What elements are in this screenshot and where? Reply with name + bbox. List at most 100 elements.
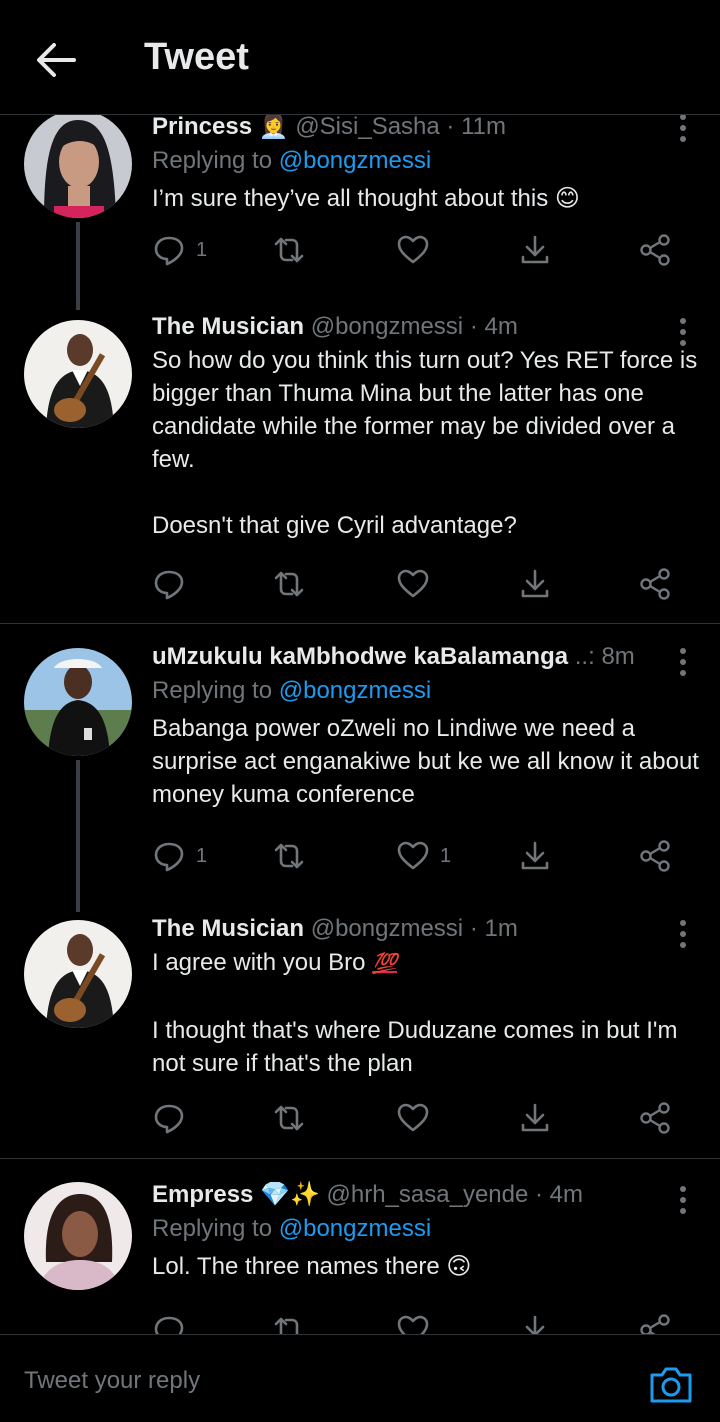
user-handle[interactable]: @Sisi_Sasha — [295, 114, 439, 140]
timestamp: · 1m — [469, 915, 518, 942]
text-emoji: 🙃 — [446, 1253, 472, 1280]
replying-to-link[interactable]: @bongzmessi — [279, 147, 431, 174]
tweet-text: Babanga power oZweli no Lindiwe we need … — [152, 715, 699, 808]
reply-input[interactable] — [24, 1367, 584, 1395]
social-share-button[interactable] — [638, 1098, 672, 1138]
replying-to-link[interactable]: @bongzmessi — [279, 677, 431, 704]
retweet-button[interactable] — [272, 230, 306, 270]
share-button[interactable] — [518, 1310, 552, 1334]
tweet-text-continued: I thought that's where Duduzane comes in… — [152, 1017, 678, 1077]
hundred-points-emoji: 💯 — [372, 953, 398, 975]
share-icon — [525, 1315, 545, 1334]
reply-icon — [154, 842, 184, 872]
heart-icon — [397, 235, 429, 264]
more-options-icon[interactable] — [680, 1186, 686, 1219]
retweet-button[interactable] — [272, 564, 306, 604]
tweet-header: Princess 👩‍💼 @Sisi_Sasha · 11m — [152, 114, 700, 144]
replying-label: Replying to — [152, 677, 273, 704]
avatar[interactable] — [24, 320, 132, 428]
retweet-icon — [274, 1317, 299, 1334]
more-options-icon[interactable] — [680, 318, 686, 351]
share-button[interactable] — [518, 836, 552, 876]
avatar[interactable] — [24, 648, 132, 756]
back-arrow-icon[interactable] — [32, 38, 80, 82]
reply-count: 1 — [196, 238, 208, 261]
share-nodes-icon — [640, 1102, 670, 1134]
more-options-icon[interactable] — [680, 648, 686, 681]
replying-to: Replying to @bongzmessi — [152, 144, 700, 178]
divider — [0, 1158, 720, 1159]
reply-button[interactable] — [152, 1098, 186, 1138]
retweet-icon — [274, 571, 304, 597]
display-name[interactable]: Empress — [152, 1181, 253, 1208]
tweet-header: The Musician @bongzmessi · 1m — [152, 912, 700, 946]
replying-label: Replying to — [152, 147, 273, 174]
timestamp: 8m — [601, 643, 635, 670]
share-icon — [521, 1103, 549, 1132]
share-button[interactable] — [518, 564, 552, 604]
tweet-text-line: I agree with you Bro — [152, 949, 366, 976]
camera-icon[interactable] — [648, 1363, 694, 1405]
display-name[interactable]: Princess — [152, 114, 252, 140]
name-emoji: 💎✨ — [260, 1181, 320, 1208]
user-handle[interactable]: @hrh_sasa_yende — [327, 1181, 529, 1208]
user-handle[interactable]: @bongzmessi — [311, 313, 463, 340]
reply-icon — [154, 1316, 184, 1334]
reply-icon — [154, 236, 184, 266]
tweet-text: I’m sure they’ve all thought about this … — [152, 182, 700, 215]
display-name[interactable]: The Musician — [152, 313, 304, 340]
like-button[interactable] — [396, 564, 430, 604]
tweet-text-body: I’m sure they’ve all thought about this — [152, 185, 549, 212]
more-options-icon[interactable] — [680, 114, 686, 147]
reply-button[interactable]: 1 — [152, 230, 207, 270]
reply-button[interactable] — [152, 1310, 186, 1334]
retweet-button[interactable] — [272, 1098, 306, 1138]
like-button[interactable] — [396, 1098, 430, 1138]
share-nodes-icon — [640, 568, 670, 600]
replying-to: Replying to @bongzmessi — [152, 674, 700, 708]
tweet-text-body: Lol. The three names there — [152, 1253, 440, 1280]
replying-to-link[interactable]: @bongzmessi — [279, 1215, 431, 1242]
share-nodes-icon — [640, 1314, 670, 1334]
share-nodes-icon — [640, 234, 670, 266]
reply-button[interactable] — [152, 564, 186, 604]
like-count: 1 — [440, 844, 452, 867]
share-button[interactable] — [518, 1098, 552, 1138]
text-emoji: 😊 — [554, 185, 580, 212]
social-share-button[interactable] — [638, 230, 672, 270]
tweet-text: So how do you think this turn out? Yes R… — [152, 347, 698, 539]
heart-icon — [397, 569, 429, 598]
display-name[interactable]: uMzukulu kaMbhodwe kaBalamanga — [152, 643, 568, 670]
thread-connector — [76, 760, 80, 912]
avatar[interactable] — [24, 114, 132, 218]
like-button[interactable] — [396, 1310, 430, 1334]
heart-icon — [397, 1315, 429, 1334]
social-share-button[interactable] — [638, 836, 672, 876]
tweet-actions — [152, 1310, 692, 1334]
avatar[interactable] — [24, 1182, 132, 1290]
like-button[interactable]: 1 — [396, 836, 451, 876]
name-emoji: 👩‍💼 — [258, 114, 289, 140]
reply-button[interactable]: 1 — [152, 836, 207, 876]
retweet-button[interactable] — [272, 836, 306, 876]
name-overflow: ..: — [574, 643, 595, 670]
tweet-actions: 1 — [152, 230, 692, 270]
tweet-text: I agree with you Bro 💯 — [152, 946, 700, 981]
tweet-header: The Musician @bongzmessi · 4m — [152, 310, 700, 344]
like-button[interactable] — [396, 230, 430, 270]
display-name[interactable]: The Musician — [152, 915, 304, 942]
share-button[interactable] — [518, 230, 552, 270]
social-share-button[interactable] — [638, 564, 672, 604]
user-handle[interactable]: @bongzmessi — [311, 915, 463, 942]
social-share-button[interactable] — [638, 1310, 672, 1334]
retweet-button[interactable] — [272, 1310, 306, 1334]
timestamp: · 11m — [446, 114, 506, 140]
replying-label: Replying to — [152, 1215, 273, 1242]
replying-to: Replying to @bongzmessi — [152, 1212, 700, 1246]
tweet-the-musician[interactable]: The Musician @bongzmessi · 4m So how do … — [0, 310, 720, 622]
tweet-princess[interactable]: Princess 👩‍💼 @Sisi_Sasha · 11m Replying … — [0, 114, 720, 310]
more-options-icon[interactable] — [680, 920, 686, 953]
tweet-actions: 1 1 — [152, 836, 692, 876]
timestamp: · 4m — [469, 313, 518, 340]
avatar[interactable] — [24, 920, 132, 1028]
